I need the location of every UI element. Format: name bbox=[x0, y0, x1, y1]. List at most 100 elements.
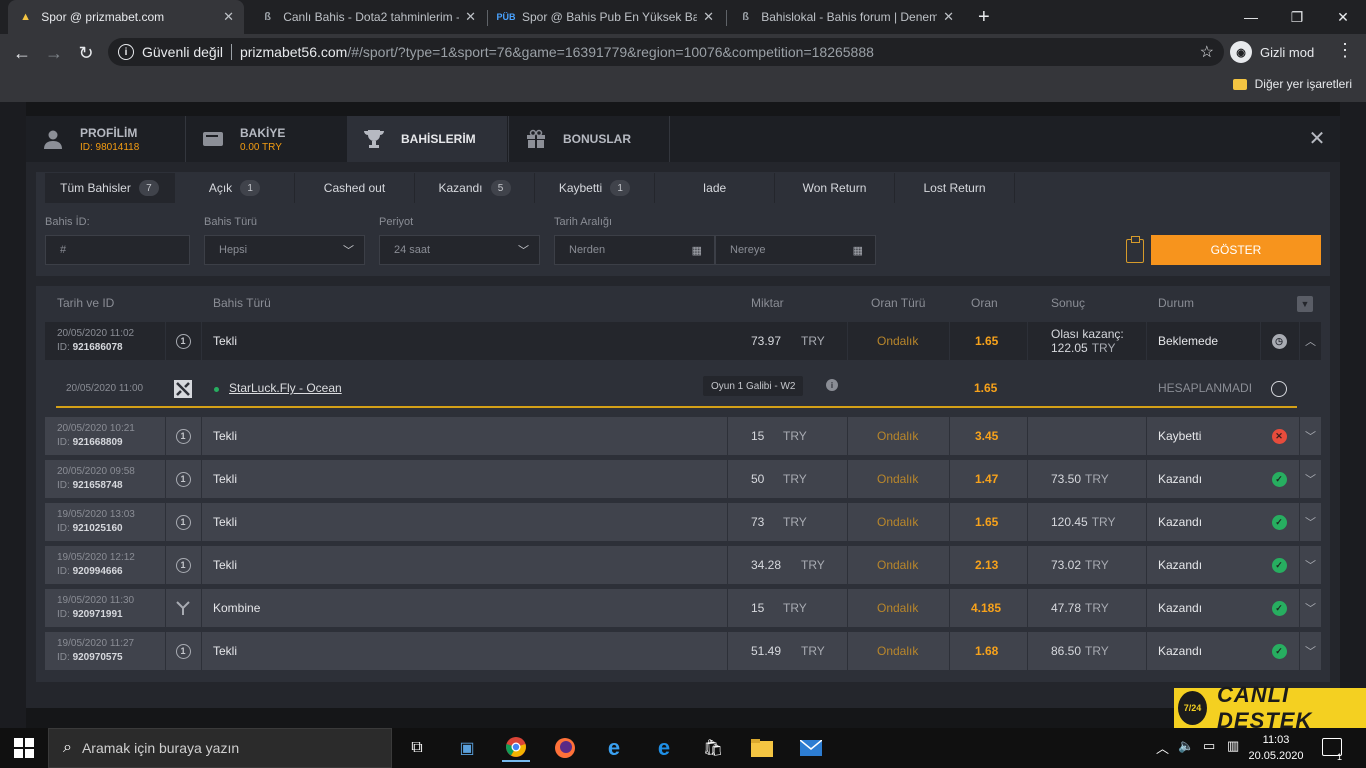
restore-icon[interactable]: ❐ bbox=[1274, 0, 1320, 34]
bet-id-input[interactable]: # bbox=[45, 235, 190, 265]
chrome-icon[interactable] bbox=[502, 734, 530, 762]
incognito-indicator[interactable]: ◉ Gizli mod bbox=[1230, 38, 1314, 66]
forward-arrow-icon[interactable]: → bbox=[41, 40, 67, 66]
table-row[interactable]: 20/05/2020 11:02 ID: 921686078 1 Tekli 73… bbox=[45, 322, 1321, 360]
table-row[interactable]: 19/05/2020 11:27 ID: 920970575 1 Tekli 51… bbox=[45, 632, 1321, 670]
table-row[interactable]: 19/05/2020 12:12 ID: 920994666 1 Tekli 34… bbox=[45, 546, 1321, 584]
row-result-value: 120.45 bbox=[1051, 515, 1088, 529]
calendar-icon[interactable]: ▦ bbox=[692, 244, 702, 257]
chevron-down-icon[interactable]: ﹀ bbox=[1299, 503, 1321, 541]
table-row[interactable]: 19/05/2020 13:03 ID: 921025160 1 Tekli 73… bbox=[45, 503, 1321, 541]
windows-start-icon[interactable] bbox=[14, 738, 34, 758]
browser-tab-active[interactable]: ▲ Spor @ prizmabet.com ✕ bbox=[8, 0, 244, 34]
browser-tab[interactable]: PÜB Spor @ Bahis Pub En Yüksek Bah ✕ bbox=[488, 0, 724, 34]
chevron-down-icon[interactable]: ﹀ bbox=[1299, 632, 1321, 670]
browser-menu-icon[interactable]: ⋮ bbox=[1336, 40, 1354, 61]
chevron-down-icon[interactable]: ﹀ bbox=[1299, 460, 1321, 498]
col-odds: Oran bbox=[971, 296, 998, 310]
row-result: Olası kazanç: 122.05 TRY bbox=[1051, 322, 1124, 360]
tab-balance[interactable]: BAKİYE 0.00 TRY bbox=[186, 116, 346, 162]
date-from-input[interactable]: Nerden ▦ bbox=[554, 235, 715, 265]
chevron-down-icon[interactable]: ﹀ bbox=[1299, 546, 1321, 584]
row-bet-type: Tekli bbox=[213, 472, 238, 486]
info-icon[interactable]: i bbox=[826, 379, 838, 391]
filter-tab-refund[interactable]: Iade bbox=[655, 173, 775, 203]
filter-tab-open[interactable]: Açık 1 bbox=[175, 173, 295, 203]
address-bar[interactable]: i Güvenli değil prizmabet56.com /#/sport… bbox=[108, 38, 1224, 66]
tab-close-icon[interactable]: ✕ bbox=[223, 9, 234, 25]
tab-close-icon[interactable]: ✕ bbox=[703, 9, 714, 25]
filter-tab-lost-return[interactable]: Lost Return bbox=[895, 173, 1015, 203]
show-button[interactable]: GÖSTER bbox=[1151, 235, 1321, 265]
taskbar-search[interactable]: ⌕ Aramak için buraya yazın bbox=[48, 728, 392, 768]
clipboard-icon[interactable] bbox=[1126, 236, 1144, 263]
other-bookmarks[interactable]: Diğer yer işaretleri bbox=[1232, 77, 1352, 91]
divider bbox=[949, 460, 950, 498]
tab-close-icon[interactable]: ✕ bbox=[943, 9, 954, 25]
store-icon[interactable]: 🛍 bbox=[699, 734, 727, 762]
chevron-down-icon[interactable]: ﹀ bbox=[1299, 589, 1321, 627]
row-result: 120.45 TRY bbox=[1051, 503, 1116, 541]
period-value: 24 saat bbox=[394, 244, 431, 256]
table-row[interactable]: 20/05/2020 09:58 ID: 921658748 1 Tekli 50… bbox=[45, 460, 1321, 498]
table-row[interactable]: 20/05/2020 10:21 ID: 921668809 1 Tekli 15… bbox=[45, 417, 1321, 455]
row-result-value: 73.02 bbox=[1051, 558, 1082, 572]
filter-tab-won[interactable]: Kazandı 5 bbox=[415, 173, 535, 203]
network-icon[interactable]: ▥ bbox=[1227, 738, 1239, 754]
live-support-button[interactable]: 7/24 CANLI DESTEK bbox=[1174, 682, 1366, 733]
file-explorer-icon[interactable] bbox=[748, 734, 776, 762]
filter-tab-all[interactable]: Tüm Bahisler 7 bbox=[45, 173, 175, 203]
bookmark-star-icon[interactable]: ☆ bbox=[1200, 42, 1214, 62]
system-clock[interactable]: 11:03 20.05.2020 bbox=[1246, 732, 1306, 764]
row-id: 920994666 bbox=[72, 566, 123, 577]
back-arrow-icon[interactable]: ← bbox=[9, 40, 35, 66]
modal-close-icon[interactable]: ✕ bbox=[1306, 127, 1328, 150]
row-amount: 73 bbox=[751, 515, 765, 529]
battery-icon[interactable]: ▭ bbox=[1203, 738, 1215, 754]
ie-icon[interactable]: e bbox=[600, 734, 628, 762]
tab-my-bets[interactable]: BAHİSLERİM bbox=[347, 116, 507, 162]
row-result-currency: TRY bbox=[1091, 515, 1116, 529]
filter-tab-lost[interactable]: Kaybetti 1 bbox=[535, 173, 655, 203]
tray-chevron-icon[interactable]: ︿ bbox=[1156, 738, 1169, 757]
firefox-icon[interactable] bbox=[551, 734, 579, 762]
filter-tab-won-return[interactable]: Won Return bbox=[775, 173, 895, 203]
divider bbox=[1146, 417, 1147, 455]
minimize-icon[interactable]: — bbox=[1228, 0, 1274, 34]
divider bbox=[1146, 546, 1147, 584]
row-id: 921025160 bbox=[72, 523, 123, 534]
date-to-input[interactable]: Nereye ▦ bbox=[715, 235, 876, 265]
volume-icon[interactable]: 🔈 bbox=[1178, 738, 1194, 754]
bet-id-placeholder: # bbox=[60, 244, 67, 256]
new-tab-plus-icon[interactable]: + bbox=[978, 6, 990, 29]
reload-icon[interactable]: ↻ bbox=[73, 40, 99, 66]
row-amount: 34.28 bbox=[751, 558, 782, 572]
mail-icon[interactable] bbox=[797, 734, 825, 762]
tab-profile[interactable]: PROFİLİM ID: 98014118 bbox=[26, 116, 184, 162]
window-close-icon[interactable]: ✕ bbox=[1320, 0, 1366, 34]
edge-icon[interactable]: e bbox=[650, 734, 678, 762]
calendar-icon[interactable]: ▦ bbox=[853, 244, 863, 257]
control-panel-icon[interactable]: ▣ bbox=[453, 734, 481, 762]
divider bbox=[201, 322, 202, 360]
event-link[interactable]: StarLuck.Fly - Ocean bbox=[229, 370, 342, 406]
table-row[interactable]: 19/05/2020 11:30 ID: 920971991 Kombine 15… bbox=[45, 589, 1321, 627]
search-icon: ⌕ bbox=[63, 739, 72, 756]
chevron-down-icon[interactable]: ﹀ bbox=[1299, 417, 1321, 455]
filter-tab-cashed-out[interactable]: Cashed out bbox=[295, 173, 415, 203]
row-date: 20/05/2020 10:21 bbox=[57, 423, 135, 434]
browser-tab[interactable]: ß Bahislokal - Bahis forum | Denem ✕ bbox=[728, 0, 964, 34]
chevron-up-icon[interactable]: ︿ bbox=[1299, 322, 1321, 360]
info-icon[interactable]: i bbox=[118, 44, 134, 60]
row-amount: 15 bbox=[751, 429, 765, 443]
task-view-icon[interactable]: ⧉ bbox=[403, 734, 431, 762]
expand-all-icon[interactable]: ▼ bbox=[1297, 296, 1313, 312]
tab-bonuses[interactable]: BONUSLAR bbox=[509, 116, 669, 162]
browser-tab[interactable]: ß Canlı Bahis - Dota2 tahminlerim - ✕ bbox=[250, 0, 486, 34]
bet-type-select[interactable]: Hepsi ﹀ bbox=[204, 235, 365, 265]
row-result-value: 86.50 bbox=[1051, 644, 1082, 658]
row-bet-type: Tekli bbox=[213, 558, 238, 572]
period-select[interactable]: 24 saat ﹀ bbox=[379, 235, 540, 265]
bet-type-value: Hepsi bbox=[219, 244, 248, 256]
tab-close-icon[interactable]: ✕ bbox=[465, 9, 476, 25]
